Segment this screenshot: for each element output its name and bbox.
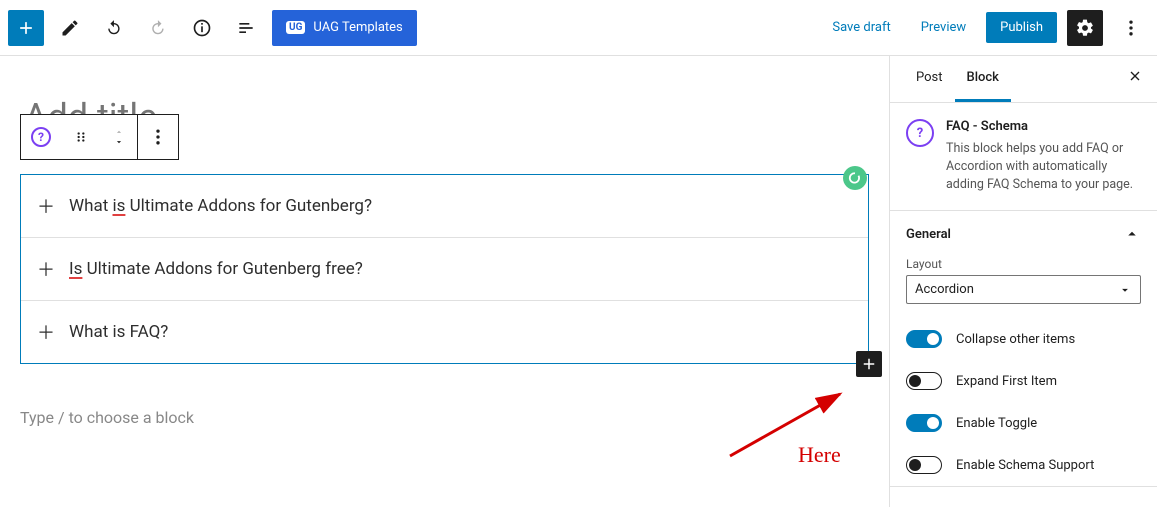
chevron-down-icon	[113, 137, 125, 147]
faq-question[interactable]: What is FAQ?	[69, 322, 168, 342]
close-panel-button[interactable]	[1127, 68, 1143, 88]
plus-icon: ＋	[37, 319, 55, 345]
faq-item[interactable]: ＋ What is Ultimate Addons for Gutenberg?	[21, 175, 868, 237]
toggle-enable-schema-row: Enable Schema Support	[890, 444, 1157, 486]
block-toolbar: ?	[20, 114, 179, 160]
undo-button[interactable]	[96, 10, 132, 46]
undo-icon	[104, 18, 124, 38]
outline-button[interactable]	[228, 10, 264, 46]
publish-button[interactable]: Publish	[986, 12, 1057, 43]
uag-badge-icon: UG	[286, 21, 305, 34]
settings-sidebar: Post Block ? FAQ - Schema This block hel…	[889, 56, 1157, 507]
toggle-collapse[interactable]	[906, 330, 942, 348]
drag-icon	[74, 130, 88, 144]
toolbar-right: Save draft Preview Publish	[822, 10, 1149, 46]
panel-general-header[interactable]: General	[890, 211, 1157, 257]
sidebar-tabs: Post Block	[890, 56, 1157, 103]
toggle-expand-first-label: Expand First Item	[956, 374, 1057, 389]
toggle-enable-toggle-label: Enable Toggle	[956, 416, 1037, 431]
drag-handle[interactable]	[61, 115, 101, 159]
tab-post[interactable]: Post	[904, 56, 955, 102]
toggle-enable-schema-label: Enable Schema Support	[956, 458, 1094, 473]
layout-label: Layout	[906, 257, 1141, 271]
toolbar-left: UG UAG Templates	[8, 10, 417, 46]
preview-button[interactable]: Preview	[911, 14, 976, 41]
close-icon	[1127, 68, 1143, 84]
toggle-collapse-row: Collapse other items	[890, 318, 1157, 360]
dots-vertical-icon	[148, 127, 168, 147]
add-faq-item-button[interactable]	[856, 351, 882, 377]
plus-icon	[860, 355, 878, 373]
add-block-button[interactable]	[8, 10, 44, 46]
append-block-input[interactable]: Type / to choose a block	[20, 408, 869, 427]
grammarly-status-icon	[843, 166, 867, 190]
editor-area: Add title ? ＋ What is Ulti	[0, 56, 889, 507]
pencil-icon	[60, 18, 80, 38]
faq-question[interactable]: What is Ultimate Addons for Gutenberg?	[69, 196, 372, 216]
list-icon	[236, 18, 256, 38]
redo-icon	[148, 18, 168, 38]
chevron-up-icon	[113, 127, 125, 137]
toggle-collapse-label: Collapse other items	[956, 332, 1075, 347]
toggle-enable-schema[interactable]	[906, 456, 942, 474]
faq-block[interactable]: ＋ What is Ultimate Addons for Gutenberg?…	[20, 174, 869, 364]
faq-item[interactable]: ＋ Is Ultimate Addons for Gutenberg free?	[21, 237, 868, 300]
tab-block[interactable]: Block	[955, 56, 1011, 102]
chevron-up-icon	[1123, 225, 1141, 243]
chevron-down-icon	[1118, 283, 1132, 297]
toggle-expand-first[interactable]	[906, 372, 942, 390]
plus-icon: ＋	[37, 256, 55, 282]
gear-icon	[1075, 18, 1095, 38]
block-info-panel: ? FAQ - Schema This block helps you add …	[890, 103, 1157, 211]
plus-icon: ＋	[37, 193, 55, 219]
uag-label: UAG Templates	[313, 20, 402, 35]
settings-button[interactable]	[1067, 10, 1103, 46]
more-options-button[interactable]	[1113, 10, 1149, 46]
annotation-label: Here	[798, 442, 841, 468]
faq-question[interactable]: Is Ultimate Addons for Gutenberg free?	[69, 259, 363, 279]
block-description: This block helps you add FAQ or Accordio…	[946, 140, 1141, 194]
panel-general-label: General	[906, 227, 951, 242]
uag-templates-button[interactable]: UG UAG Templates	[272, 10, 417, 46]
plus-icon	[16, 18, 36, 38]
block-type-button[interactable]: ?	[21, 115, 61, 159]
layout-value: Accordion	[915, 282, 974, 297]
toggle-enable-toggle-row: Enable Toggle	[890, 402, 1157, 444]
move-buttons[interactable]	[101, 115, 137, 159]
top-toolbar: UG UAG Templates Save draft Preview Publ…	[0, 0, 1157, 56]
block-title: FAQ - Schema	[946, 119, 1141, 134]
layout-select[interactable]: Accordion	[906, 275, 1141, 304]
panel-general: General Layout Accordion Collapse other …	[890, 211, 1157, 487]
save-draft-button[interactable]: Save draft	[822, 14, 900, 41]
main-layout: Add title ? ＋ What is Ulti	[0, 56, 1157, 507]
dots-vertical-icon	[1121, 18, 1141, 38]
toggle-enable-toggle[interactable]	[906, 414, 942, 432]
edit-button[interactable]	[52, 10, 88, 46]
question-icon: ?	[31, 127, 51, 147]
redo-button[interactable]	[140, 10, 176, 46]
faq-item[interactable]: ＋ What is FAQ?	[21, 300, 868, 363]
block-more-button[interactable]	[138, 115, 178, 159]
toggle-expand-first-row: Expand First Item	[890, 360, 1157, 402]
question-icon: ?	[906, 119, 934, 147]
info-button[interactable]	[184, 10, 220, 46]
info-icon	[192, 18, 212, 38]
